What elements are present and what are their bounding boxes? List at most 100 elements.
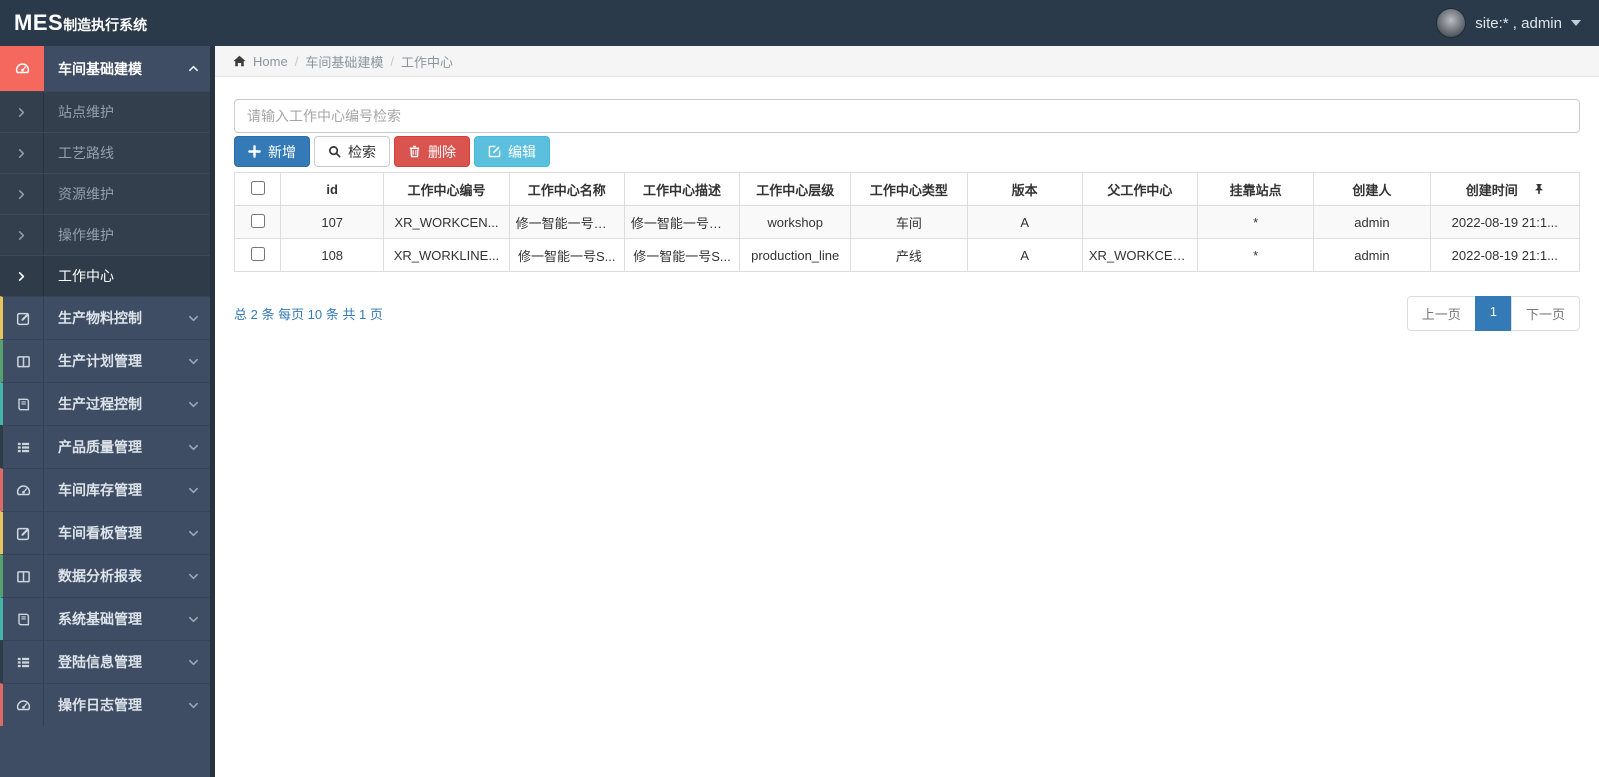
pin-icon [1534,183,1544,195]
sidebar-subitem[interactable]: 站点维护 [0,91,215,132]
logo-text-primary: MES [14,10,64,35]
table-cell: 修一智能一号S... [508,238,625,272]
sidebar-item-workshop-modeling[interactable]: 车间基础建模 [0,46,215,91]
sidebar-item-label: 车间看板管理 [58,525,142,541]
dashboard-icon [3,684,44,726]
sidebar-item[interactable]: 系统基础管理 [0,597,215,640]
user-menu[interactable]: site:* , admin [1436,8,1581,38]
table-row[interactable]: 108 XR_WORKLINE... 修一智能一号S... 修一智能一号S... pro… [233,238,1581,272]
table-cell: XR_WORKCEN... [383,205,510,239]
table-cell: 修一智能一号车间 [508,205,625,239]
table-row[interactable]: 107 XR_WORKCEN... 修一智能一号车间 修一智能一号车间 workshop… [233,205,1581,239]
sidebar-item[interactable]: 生产过程控制 [0,382,215,425]
column-header-time: 创建时间 [1437,180,1573,199]
chevron-right-icon [0,133,44,173]
pagination: 上一页 1 下一页 [1406,296,1580,331]
sidebar-subitem-label: 资源维护 [58,186,114,202]
trash-icon [408,145,421,158]
chevron-down-icon [188,485,199,496]
table-cell [1081,205,1199,239]
row-checkbox[interactable] [250,246,265,261]
chevron-down-icon [188,700,199,711]
column-header: 工作中心编号 [383,172,510,206]
sidebar-subitem[interactable]: 资源维护 [0,173,215,214]
sidebar-item-label: 数据分析报表 [58,568,142,584]
button-label: 删除 [428,143,456,160]
book-icon [3,598,44,640]
prev-page-button[interactable]: 上一页 [1406,296,1476,331]
sidebar-item[interactable]: 操作日志管理 [0,683,215,726]
sidebar-item-label: 车间基础建模 [58,60,142,77]
table-header-row: id 工作中心编号 工作中心名称 工作中心描述 工作中心层级 工作中心类型 版本 父工作中心挂… [233,172,1581,206]
breadcrumb-item[interactable]: 工作中心 [401,52,453,71]
sidebar: 车间基础建模 站点维护工艺路线资源维护操作维护工作中心 生产物料控制生产计划管理… [0,46,215,777]
search-icon [328,145,341,158]
row-checkbox[interactable] [250,213,265,228]
add-button[interactable]: 新增 [234,136,310,167]
search-input[interactable] [234,99,1580,133]
sidebar-subitem-label: 工作中心 [58,268,114,284]
column-header: 创建人 [1313,172,1431,206]
chevron-up-icon [188,63,199,74]
caret-down-icon [1571,20,1581,26]
sidebar-item[interactable]: 数据分析报表 [0,554,215,597]
column-header: 工作中心描述 [623,172,741,206]
breadcrumb-items: Home / 车间基础建模 / 工作中心 [253,52,453,71]
row-select-cell [233,205,282,239]
sidebar-subitem-label: 操作维护 [58,227,114,243]
search-button[interactable]: 检索 [314,136,390,167]
toolbar: 新增 检索 删除 编辑 [234,136,1580,167]
table-footer: 总 2 条 每页 10 条 共 1 页 上一页 1 下一页 [234,296,1580,331]
chevron-down-icon [188,528,199,539]
chevron-down-icon [188,657,199,668]
sidebar-item-label: 登陆信息管理 [58,654,142,670]
table-cell: 车间 [850,205,968,239]
sidebar-main-menu: 生产物料控制生产计划管理 生产过程控制产品质量管理 车间库存管理车间看板管理 数据分析… [0,296,215,726]
sidebar-item[interactable]: 车间看板管理 [0,511,215,554]
dashboard-icon [3,469,44,511]
page-1-button[interactable]: 1 [1474,296,1512,331]
table-cell: XR_WORKLINE... [383,238,510,272]
sidebar-subitem[interactable]: 工艺路线 [0,132,215,173]
sidebar-item[interactable]: 车间库存管理 [0,468,215,511]
edit-button[interactable]: 编辑 [474,136,550,167]
edit-square-icon [3,297,44,339]
breadcrumb-item[interactable]: Home [253,54,288,69]
chevron-right-icon [0,92,44,132]
table-cell: XR_WORKCEN... [1081,238,1199,272]
sidebar-subitem[interactable]: 工作中心 [0,255,215,296]
column-header: 工作中心层级 [739,172,852,206]
column-header: 工作中心类型 [850,172,968,206]
sidebar-subitem[interactable]: 操作维护 [0,214,215,255]
next-page-button[interactable]: 下一页 [1510,296,1580,331]
table-cell: 修一智能一号S... [623,238,741,272]
column-header: id [280,172,385,206]
delete-button[interactable]: 删除 [394,136,470,167]
table-cell: A [966,205,1083,239]
work-center-table: id 工作中心编号 工作中心名称 工作中心描述 工作中心层级 工作中心类型 版本 父工作中心挂… [233,172,1581,272]
column-header: 创建时间 [1429,172,1581,206]
column-header: 版本 [966,172,1083,206]
sidebar-item[interactable]: 生产计划管理 [0,339,215,382]
home-icon [233,55,246,67]
sidebar-item-label: 生产计划管理 [58,353,142,369]
breadcrumb: Home / 车间基础建模 / 工作中心 [215,46,1599,77]
breadcrumb-item[interactable]: 车间基础建模 [305,52,383,71]
sidebar-scrollbar[interactable] [210,46,215,777]
chevron-right-icon [0,215,44,255]
sidebar-item-label: 生产过程控制 [58,396,142,412]
sidebar-item[interactable]: 登陆信息管理 [0,640,215,683]
columns-icon [3,340,44,382]
sidebar-item-label: 系统基础管理 [58,611,142,627]
dashboard-icon [0,46,44,91]
table-cell: 2022-08-19 21:1... [1429,238,1581,272]
column-header-label: 创建时间 [1465,182,1518,198]
sidebar-item[interactable]: 产品质量管理 [0,425,215,468]
sidebar-item[interactable]: 生产物料控制 [0,296,215,339]
sidebar-subitem-label: 工艺路线 [58,145,114,161]
chevron-down-icon [188,313,199,324]
select-all-header [233,172,282,206]
plus-icon [248,145,261,158]
app-logo: MES 制造执行系统 [14,10,147,36]
select-all-checkbox[interactable] [250,180,265,195]
